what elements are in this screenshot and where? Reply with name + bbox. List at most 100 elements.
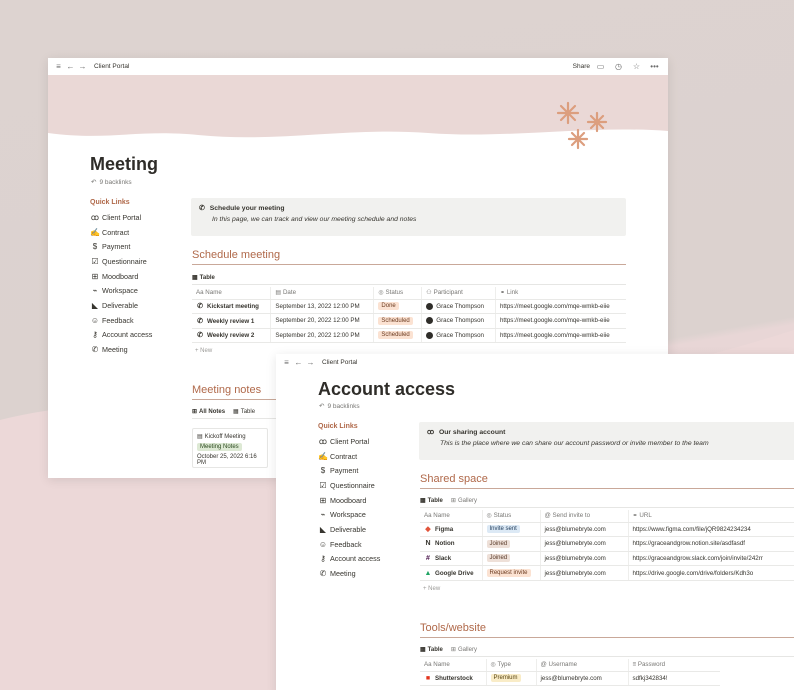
back-arrow-icon[interactable]: ← xyxy=(294,358,303,367)
quick-link-workspace[interactable]: ⌁ Workspace xyxy=(90,283,152,298)
quick-link-deliverable[interactable]: ◣ Deliverable xyxy=(90,298,152,313)
column-header-password[interactable]: ≡ Password xyxy=(627,659,720,672)
star-icon[interactable]: ☆ xyxy=(632,62,641,71)
tab-table[interactable]: ▦ Table xyxy=(420,497,443,505)
top-bar: ≡ ← → Client Portal xyxy=(276,354,794,371)
account-access-window: ≡ ← → Client Portal Account access ↶ 9 b… xyxy=(276,354,794,690)
quick-link-meeting[interactable]: ✆ Meeting xyxy=(318,566,380,581)
quick-link-payment[interactable]: $ Payment xyxy=(318,463,380,478)
handshake-icon: ✍ xyxy=(90,227,100,237)
menu-icon[interactable]: ≡ xyxy=(54,62,63,71)
column-header-status[interactable]: ◎ Status xyxy=(481,510,540,523)
chat-icon: ☺ xyxy=(90,315,100,325)
quick-links-heading: Quick Links xyxy=(318,423,358,430)
quick-link-client-portal[interactable]: ꝏ Client Portal xyxy=(90,210,152,225)
quick-link-contract[interactable]: ✍ Contract xyxy=(90,225,152,240)
table-row[interactable]: N Notion Joined jess@blumebryte.com https… xyxy=(420,536,794,552)
table-row[interactable]: ✆ Weekly review 1 September 20, 2022 12:0… xyxy=(192,313,626,329)
breadcrumb[interactable]: Client Portal xyxy=(322,359,357,366)
menu-icon[interactable]: ≡ xyxy=(282,358,291,367)
shared-view-tabs: ▦ Table ⊞ Gallery xyxy=(420,497,794,508)
grid-icon: ⊞ xyxy=(450,647,456,653)
table-row[interactable]: ■ Shutterstock Premium jess@blumebryte.co… xyxy=(420,671,720,687)
grid-icon: ⊞ xyxy=(450,498,456,504)
new-row-button[interactable]: + New xyxy=(423,586,440,592)
meeting-link[interactable]: https://meet.google.com/mqe-wmkb-eiie xyxy=(494,313,626,329)
people-icon: ꝏ xyxy=(427,429,434,436)
tab-gallery[interactable]: ⊞ Gallery xyxy=(450,646,477,654)
new-row-button[interactable]: + New xyxy=(195,348,212,354)
table-row[interactable]: ◆ Figma Invite sent jess@blumebryte.com h… xyxy=(420,522,794,538)
status-badge: Invite sent xyxy=(486,525,520,534)
status-badge: Scheduled xyxy=(378,316,413,325)
tab-table[interactable]: ▦ Table xyxy=(233,408,255,416)
column-header-date[interactable]: ▤ Date xyxy=(270,287,374,300)
figma-icon: ◆ xyxy=(425,526,431,534)
quick-link-contract[interactable]: ✍ Contract xyxy=(318,449,380,464)
tab-table[interactable]: ▦ Table xyxy=(420,646,443,654)
phone-icon: ✆ xyxy=(197,332,203,340)
page-title: Meeting xyxy=(90,154,159,174)
column-header-url[interactable]: ⚭ URL xyxy=(627,510,794,523)
column-header-name[interactable]: Aa Name xyxy=(192,287,271,300)
backlinks[interactable]: ↶ 9 backlinks xyxy=(91,178,132,187)
forward-arrow-icon[interactable]: → xyxy=(306,358,315,367)
meeting-link[interactable]: https://meet.google.com/mqe-wmkb-eiie xyxy=(494,299,626,315)
account-url[interactable]: https://www.figma.com/file/jQR9824234234 xyxy=(627,522,794,538)
quick-link-client-portal[interactable]: ꝏ Client Portal xyxy=(318,434,380,449)
column-header-link[interactable]: ⚭ Link xyxy=(494,287,626,300)
schedule-table: Aa Name ▤ Date ◎ Status ⚇ Participant ⚭ … xyxy=(192,287,626,344)
table-icon: ▦ xyxy=(420,498,426,504)
tab-all-notes[interactable]: ⊞ All Notes xyxy=(192,408,225,416)
type-badge: Premium xyxy=(490,674,521,683)
tools-website-heading: Tools/website xyxy=(420,622,794,638)
table-row[interactable]: ✆ Kickstart meeting September 13, 2022 12… xyxy=(192,299,626,315)
grid-icon: ⊞ xyxy=(319,495,327,505)
breadcrumb[interactable]: Client Portal xyxy=(94,63,129,70)
meeting-notes-heading: Meeting notes xyxy=(192,384,276,400)
column-header-status[interactable]: ◎ Status xyxy=(373,287,422,300)
table-row[interactable]: ▲ Google Drive Request invite jess@blumeb… xyxy=(420,565,794,581)
quick-link-account-access[interactable]: ⚷ Account access xyxy=(318,552,380,567)
shutterstock-icon: ■ xyxy=(425,674,431,682)
backlinks[interactable]: ↶ 9 backlinks xyxy=(319,402,360,411)
column-header-name[interactable]: Aa Name xyxy=(420,659,486,672)
quick-link-account-access[interactable]: ⚷ Account access xyxy=(90,328,152,343)
clock-icon[interactable]: ◷ xyxy=(614,62,623,71)
tab-table[interactable]: ▦ Table xyxy=(192,274,215,282)
column-header-type[interactable]: ◎ Type xyxy=(485,659,536,672)
account-url[interactable]: https://drive.google.com/drive/folders/K… xyxy=(627,565,794,581)
quick-link-payment[interactable]: $ Payment xyxy=(90,239,152,254)
table-row[interactable]: ✆ Weekly review 2 September 20, 2022 12:0… xyxy=(192,328,626,344)
quick-link-questionnaire[interactable]: ☑ Questionnaire xyxy=(318,478,380,493)
more-icon[interactable]: ••• xyxy=(650,62,659,71)
forward-arrow-icon[interactable]: → xyxy=(78,62,87,71)
quick-link-feedback[interactable]: ☺ Feedback xyxy=(90,313,152,328)
quick-link-moodboard[interactable]: ⊞ Moodboard xyxy=(90,269,152,284)
column-header-username[interactable]: @ Username xyxy=(535,659,628,672)
column-header-name[interactable]: Aa Name xyxy=(420,510,482,523)
column-header-participant[interactable]: ⚇ Participant xyxy=(421,287,496,300)
table-header-row: Aa Name ◎ Status @ Send invite to ⚭ URL xyxy=(420,510,794,523)
back-arrow-icon[interactable]: ← xyxy=(66,62,75,71)
note-card[interactable]: ▤ Kickoff Meeting Meeting Notes October 2… xyxy=(192,428,268,468)
column-header-send-invite[interactable]: @ Send invite to xyxy=(539,510,628,523)
quick-link-workspace[interactable]: ⌁ Workspace xyxy=(318,507,380,522)
share-button[interactable]: Share xyxy=(573,63,590,70)
quick-link-moodboard[interactable]: ⊞ Moodboard xyxy=(318,493,380,508)
account-url[interactable]: https://graceandgrow.notion.site/asdfasd… xyxy=(627,536,794,552)
quick-link-questionnaire[interactable]: ☑ Questionnaire xyxy=(90,254,152,269)
top-bar: ≡ ← → Client Portal Share ▭ ◷ ☆ ••• xyxy=(48,58,668,75)
quick-link-feedback[interactable]: ☺ Feedback xyxy=(318,537,380,552)
meeting-link[interactable]: https://meet.google.com/mqe-wmkb-eiie xyxy=(494,328,626,344)
table-row[interactable]: # Slack Joined jess@blumebryte.com https:… xyxy=(420,551,794,567)
account-url[interactable]: https://graceandgrow.slack.com/join/invi… xyxy=(627,551,794,567)
quick-links: Quick Links ꝏ Client Portal ✍ Contract $ Pa… xyxy=(318,423,380,581)
status-badge: Joined xyxy=(486,539,511,548)
quick-link-deliverable[interactable]: ◣ Deliverable xyxy=(318,522,380,537)
comment-icon[interactable]: ▭ xyxy=(596,62,605,71)
document-icon: ▤ xyxy=(197,434,203,440)
tab-gallery[interactable]: ⊞ Gallery xyxy=(450,497,477,505)
key-icon: ⚷ xyxy=(92,330,98,340)
quick-link-meeting[interactable]: ✆ Meeting xyxy=(90,342,152,357)
